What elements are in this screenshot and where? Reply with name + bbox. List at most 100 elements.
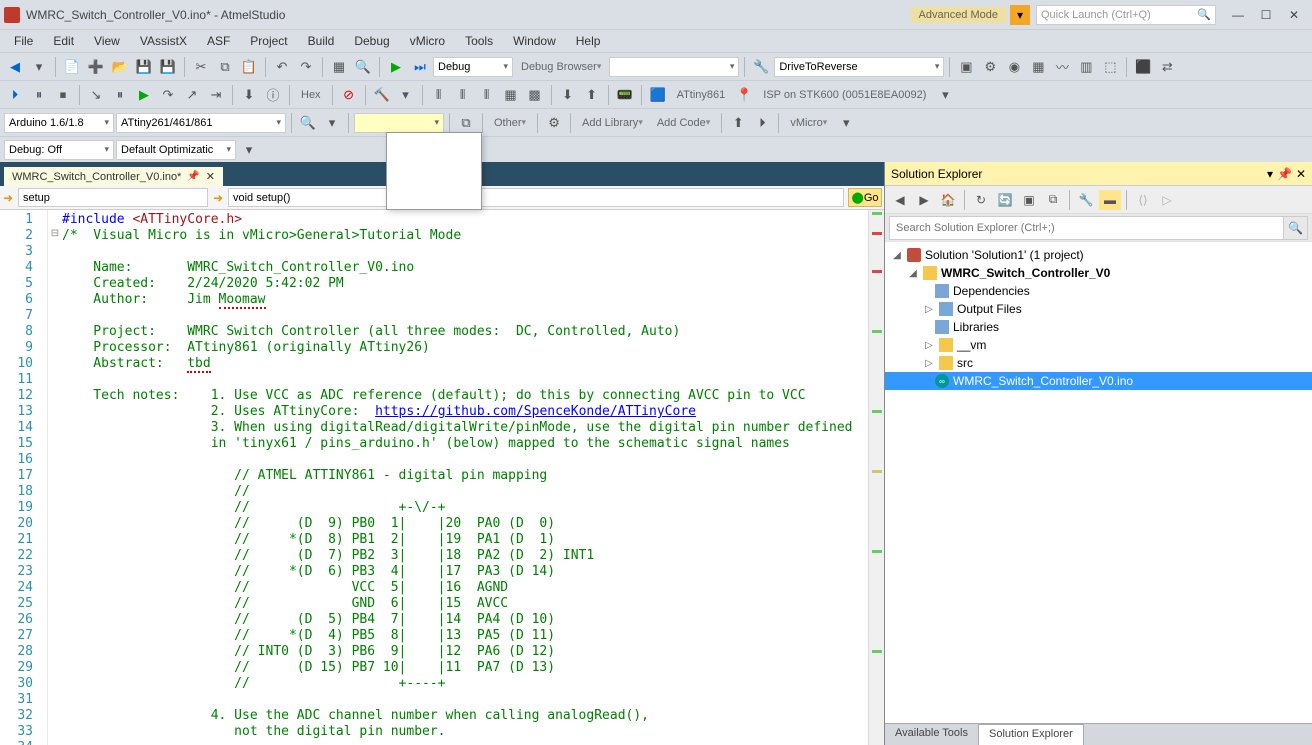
step-icon[interactable]: ⏭ (409, 56, 431, 78)
programmer-icon[interactable]: 📍 (733, 84, 755, 106)
debug-mode-select[interactable]: Debug: Off (4, 140, 114, 160)
step-out-icon[interactable]: ↗ (181, 84, 203, 106)
run-icon[interactable]: ⏵ (751, 112, 773, 134)
mcu-select[interactable]: ATtiny261/461/861 (116, 113, 286, 133)
build-icon[interactable]: 🔨 (371, 84, 393, 106)
quick-launch[interactable]: Quick Launch (Ctrl+Q) 🔍 (1036, 5, 1216, 25)
save-all-icon[interactable]: 💾 (157, 56, 179, 78)
se-properties-icon[interactable]: 🔧 (1075, 190, 1097, 210)
nav-fwd-icon[interactable]: ▾ (28, 56, 50, 78)
document-tab[interactable]: WMRC_Switch_Controller_V0.ino* 📌 ✕ (4, 167, 223, 186)
menu-view[interactable]: View (86, 32, 128, 50)
watch-icon[interactable]: ⓘ (262, 84, 284, 106)
menu-project[interactable]: Project (242, 32, 295, 50)
solution-search-btn[interactable]: 🔍 (1284, 216, 1308, 240)
maximize-button[interactable]: ☐ (1252, 4, 1280, 26)
search2-icon[interactable]: 🔍 (297, 112, 319, 134)
dropdown-popup[interactable] (386, 132, 482, 210)
overflow-icon[interactable]: ▾ (934, 84, 956, 106)
continue-icon[interactable]: ▶ (133, 84, 155, 106)
download-icon[interactable]: ⬇ (557, 84, 579, 106)
tool-icon-3[interactable]: ◉ (1003, 56, 1025, 78)
platform-select[interactable]: Arduino 1.6/1.8 (4, 113, 114, 133)
tree-vm[interactable]: ▷__vm (885, 336, 1312, 354)
solution-root[interactable]: ◢ Solution 'Solution1' (1 project) (885, 246, 1312, 264)
tool-icon-4[interactable]: ▦ (1027, 56, 1049, 78)
tool-icon-8[interactable]: ⬛ (1132, 56, 1154, 78)
grid-icon-3[interactable]: ▩ (524, 84, 546, 106)
device-icon[interactable]: 📟 (614, 84, 636, 106)
config-select[interactable]: Debug (433, 57, 513, 77)
se-fwd-icon[interactable]: ▶ (913, 190, 935, 210)
project-node[interactable]: ◢ WMRC_Switch_Controller_V0 (885, 264, 1312, 282)
se-home-icon[interactable]: 🏠 (937, 190, 959, 210)
align-icon-1[interactable]: ⫴ (428, 84, 450, 106)
se-sync-icon[interactable]: ↻ (970, 190, 992, 210)
se-showfiles-icon[interactable]: ▣ (1018, 190, 1040, 210)
tool-icon-6[interactable]: ▥ (1075, 56, 1097, 78)
menu-help[interactable]: Help (568, 32, 609, 50)
vmicro-drop[interactable]: vMicro (784, 117, 833, 129)
menu-build[interactable]: Build (300, 32, 343, 50)
tool-icon-5[interactable]: 〰 (1051, 56, 1073, 78)
se-collapse-icon[interactable]: ⧉ (1042, 190, 1064, 210)
align-icon-2[interactable]: ⫴ (452, 84, 474, 106)
panel-pin-icon[interactable]: 📌 (1277, 167, 1292, 181)
scroll-overview[interactable] (868, 210, 884, 745)
debug-run-icon[interactable]: ⏵ (4, 84, 26, 106)
other-drop[interactable]: Other (488, 117, 532, 129)
optimization-select[interactable]: Default Optimizatic (116, 140, 236, 160)
menu-debug[interactable]: Debug (346, 32, 397, 50)
tool-icon-7[interactable]: ⬚ (1099, 56, 1121, 78)
step-over-icon[interactable]: ↷ (157, 84, 179, 106)
menu-vmicro[interactable]: vMicro (402, 32, 453, 50)
code-editor[interactable]: #include <ATTinyCore.h>/* Visual Micro i… (62, 210, 868, 745)
copy-icon[interactable]: ⧉ (214, 56, 236, 78)
overflow3-icon[interactable]: ▾ (238, 139, 260, 161)
add-item-icon[interactable]: ➕ (85, 56, 107, 78)
tab-available-tools[interactable]: Available Tools (885, 724, 978, 745)
menu-tools[interactable]: Tools (457, 32, 501, 50)
save-icon[interactable]: 💾 (133, 56, 155, 78)
mode-icon[interactable]: ▾ (1010, 5, 1030, 25)
tree-src[interactable]: ▷src (885, 354, 1312, 372)
add-code-drop[interactable]: Add Code (651, 117, 716, 129)
function-select[interactable]: DriveToReverse (774, 57, 944, 77)
func-nav-icon[interactable]: 🔧 (750, 56, 772, 78)
search-drop-icon[interactable]: ▾ (321, 112, 343, 134)
tree-output[interactable]: ▷Output Files (885, 300, 1312, 318)
function-nav-select[interactable]: void setup() (228, 188, 844, 207)
minimize-button[interactable]: — (1224, 4, 1252, 26)
menu-file[interactable]: File (6, 32, 41, 50)
hex-toggle[interactable]: Hex (295, 89, 327, 101)
compile-upload-icon[interactable]: ⬆ (727, 112, 749, 134)
solution-search-input[interactable] (889, 216, 1284, 240)
nav-back-icon[interactable]: ◀ (4, 56, 26, 78)
debug-stop-icon[interactable]: ⏹ (52, 84, 74, 106)
menu-asf[interactable]: ASF (199, 32, 238, 50)
cursor-icon[interactable]: ⬇ (238, 84, 260, 106)
step-into-icon[interactable]: ↘ (85, 84, 107, 106)
tree-dependencies[interactable]: Dependencies (885, 282, 1312, 300)
close-button[interactable]: ✕ (1280, 4, 1308, 26)
tool-icon-1[interactable]: ▣ (955, 56, 977, 78)
tree-ino-file[interactable]: ∞WMRC_Switch_Controller_V0.ino (885, 372, 1312, 390)
undo-icon[interactable]: ↶ (271, 56, 293, 78)
new-project-icon[interactable]: 📄 (61, 56, 83, 78)
find-icon[interactable]: 🔍 (352, 56, 374, 78)
play-icon[interactable]: ▶ (385, 56, 407, 78)
pause2-icon[interactable]: ⏸ (109, 84, 131, 106)
align-icon-3[interactable]: ⫴ (476, 84, 498, 106)
open-icon[interactable]: 📂 (109, 56, 131, 78)
fold-column[interactable]: ⊟ (48, 210, 62, 745)
upload-icon[interactable]: ⬆ (581, 84, 603, 106)
step-to-icon[interactable]: ⇥ (205, 84, 227, 106)
menu-vassistx[interactable]: VAssistX (132, 32, 195, 50)
overflow2-icon[interactable]: ▾ (835, 112, 857, 134)
no-debug-icon[interactable]: ⊘ (338, 84, 360, 106)
gear-icon[interactable]: ⚙ (543, 112, 565, 134)
add-library-drop[interactable]: Add Library (576, 117, 649, 129)
close-tab-icon[interactable]: ✕ (206, 170, 215, 183)
tab-solution-explorer[interactable]: Solution Explorer (978, 724, 1084, 745)
scope-select[interactable]: setup (18, 188, 208, 207)
